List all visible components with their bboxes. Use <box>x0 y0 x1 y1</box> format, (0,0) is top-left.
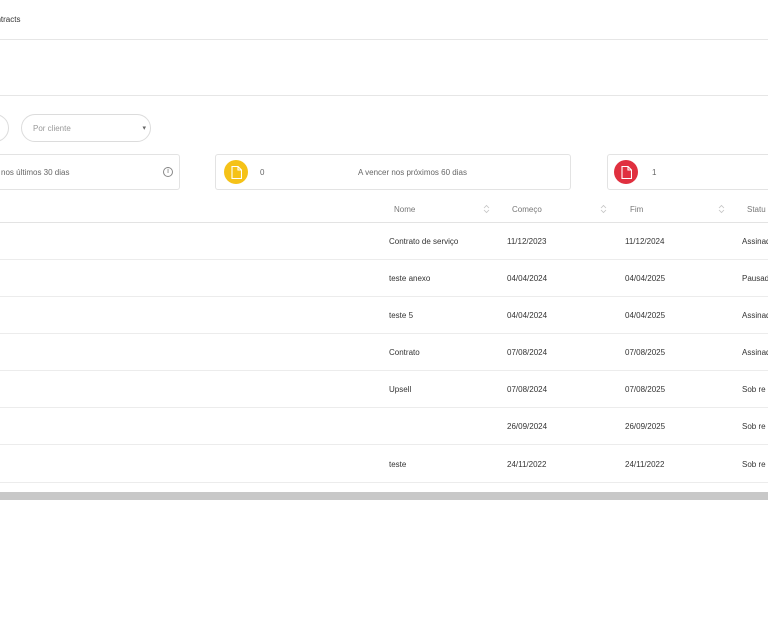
column-header-status[interactable]: Statu <box>747 205 766 214</box>
info-icon[interactable]: i <box>163 167 173 177</box>
table-row[interactable]: teste 24/11/2022 24/11/2022 Sob re <box>0 446 768 483</box>
row-cell-fim: 26/09/2025 <box>625 422 666 431</box>
stat-card-last-30-days: nos últimos 30 dias i <box>0 154 180 190</box>
document-icon <box>224 160 248 184</box>
horizontal-scrollbar[interactable] <box>0 492 768 500</box>
row-cell-comeco: 07/08/2024 <box>507 348 548 357</box>
row-cell-status: Assinad <box>742 311 768 320</box>
row-cell-status: Assinad <box>742 348 768 357</box>
stat-card-third: 1 <box>607 154 768 190</box>
sort-icon[interactable] <box>718 204 725 214</box>
chevron-down-icon: ▾ <box>142 125 146 132</box>
table-row[interactable]: teste 5 04/04/2024 04/04/2025 Assinad <box>0 297 768 334</box>
document-icon-glyph <box>230 165 242 179</box>
stat-card-expiring-60-days: 0 A vencer nos próximos 60 dias <box>215 154 571 190</box>
document-icon <box>614 160 638 184</box>
table-row[interactable]: Contrato 07/08/2024 07/08/2025 Assinad <box>0 334 768 371</box>
row-cell-comeco: 07/08/2024 <box>507 385 548 394</box>
table-row[interactable]: : Contrato de serviço 11/12/2023 11/12/2… <box>0 223 768 260</box>
row-cell-fim: 11/12/2024 <box>625 237 665 246</box>
row-cell-comeco: 04/04/2024 <box>507 274 548 283</box>
row-cell-status: Sob re <box>742 460 766 469</box>
row-cell-fim: 07/08/2025 <box>625 385 666 394</box>
row-cell-comeco: 11/12/2023 <box>507 237 547 246</box>
filter-pill[interactable] <box>0 114 9 142</box>
column-header-nome[interactable]: Nome <box>394 205 415 214</box>
column-header-fim[interactable]: Fim <box>630 205 643 214</box>
sort-icon[interactable] <box>600 204 607 214</box>
row-cell-fim: 07/08/2025 <box>625 348 666 357</box>
stat-card-count: 1 <box>652 168 657 177</box>
stat-card-label: nos últimos 30 dias <box>1 168 70 177</box>
row-cell-comeco: 04/04/2024 <box>507 311 548 320</box>
row-cell-nome: teste <box>389 460 407 469</box>
breadcrumb[interactable]: ontracts <box>0 15 20 24</box>
top-bar: ontracts <box>0 0 768 40</box>
row-cell-status: Sob re <box>742 422 766 431</box>
table-row[interactable]: teste anexo 04/04/2024 04/04/2025 Pausad <box>0 260 768 297</box>
stat-card-count: 0 <box>260 168 265 177</box>
row-cell-nome: Upsell <box>389 385 412 394</box>
table-header: Nome Começo Fim Statu <box>0 196 768 223</box>
table-row[interactable]: 26/09/2024 26/09/2025 Sob re <box>0 408 768 445</box>
page-header <box>0 40 768 96</box>
client-filter-placeholder: Por cliente <box>33 124 71 133</box>
row-cell-nome: teste anexo <box>389 274 431 283</box>
client-filter-select[interactable]: Por cliente ▾ <box>21 114 151 142</box>
row-cell-nome: Contrato de serviço <box>389 237 459 246</box>
row-cell-nome: teste 5 <box>389 311 414 320</box>
stat-card-label: A vencer nos próximos 60 dias <box>358 168 467 177</box>
row-cell-nome: Contrato <box>389 348 420 357</box>
row-cell-status: Pausad <box>742 274 768 283</box>
row-cell-status: Sob re <box>742 385 766 394</box>
row-cell-comeco: 24/11/2022 <box>507 460 547 469</box>
row-cell-fim: 24/11/2022 <box>625 460 665 469</box>
row-cell-status: Assinad <box>742 237 768 246</box>
row-cell-fim: 04/04/2025 <box>625 274 666 283</box>
row-cell-comeco: 26/09/2024 <box>507 422 548 431</box>
document-icon-glyph <box>620 165 632 179</box>
sort-icon[interactable] <box>483 204 490 214</box>
row-cell-fim: 04/04/2025 <box>625 311 666 320</box>
table-row[interactable]: Upsell 07/08/2024 07/08/2025 Sob re <box>0 371 768 408</box>
column-header-comeco[interactable]: Começo <box>512 205 542 214</box>
